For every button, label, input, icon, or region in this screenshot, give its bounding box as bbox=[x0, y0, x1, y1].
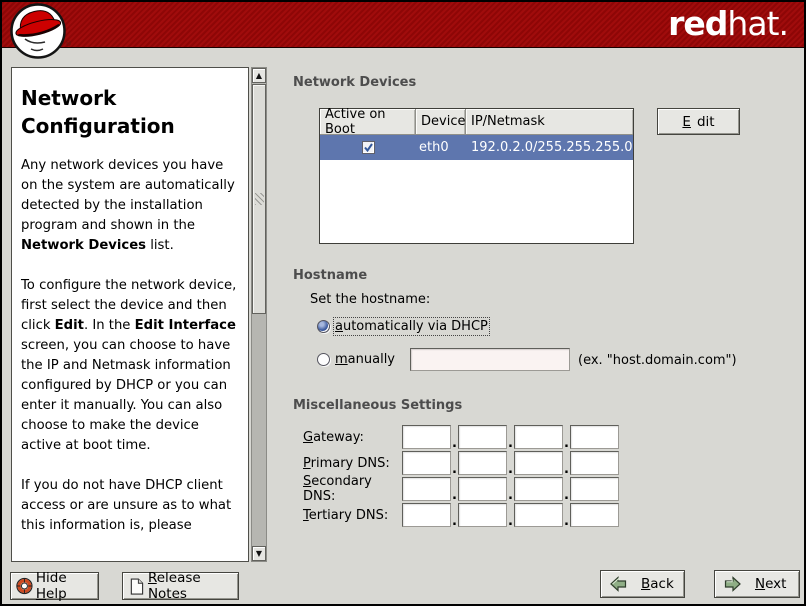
radio-automatic-dhcp-label[interactable]: automatically via DHCP bbox=[335, 319, 488, 334]
hostname-prompt: Set the hostname: bbox=[310, 292, 430, 307]
tertiary-dns-octet-2[interactable] bbox=[458, 503, 507, 527]
primary-dns-label: Primary DNS: bbox=[303, 456, 402, 471]
tertiary-dns-octet-3[interactable] bbox=[514, 503, 563, 527]
column-header-device[interactable]: Device bbox=[416, 109, 466, 135]
ip-netmask-value: 192.0.2.0/255.255.255.0 bbox=[466, 140, 633, 155]
help-panel: Network Configuration Any network device… bbox=[11, 67, 249, 562]
scrollbar-thumb[interactable] bbox=[252, 84, 266, 314]
secondary-dns-octet-3[interactable] bbox=[514, 477, 563, 501]
document-icon bbox=[129, 577, 145, 596]
radio-manual-label[interactable]: manually bbox=[335, 352, 395, 367]
tertiary-dns-label: Tertiary DNS: bbox=[303, 508, 402, 523]
wordmark-rest: hat. bbox=[727, 4, 788, 43]
tertiary-dns-octet-1[interactable] bbox=[402, 503, 451, 527]
secondary-dns-row: Secondary DNS: . . . bbox=[303, 477, 619, 501]
redhat-shadowman-icon bbox=[7, 3, 71, 63]
help-paragraph: If you do not have DHCP client access or… bbox=[21, 476, 239, 536]
network-devices-section-label: Network Devices bbox=[293, 75, 416, 90]
release-notes-label: Release Notes bbox=[148, 570, 238, 602]
radio-automatic-dhcp[interactable] bbox=[317, 320, 330, 333]
scrollbar-grip bbox=[255, 193, 264, 205]
registered-trademark: ® bbox=[65, 40, 72, 48]
scroll-up-icon[interactable]: ▲ bbox=[252, 68, 266, 83]
table-row[interactable]: eth0 192.0.2.0/255.255.255.0 bbox=[320, 135, 633, 160]
radio-manual[interactable] bbox=[317, 353, 330, 366]
misc-settings-section-label: Miscellaneous Settings bbox=[293, 398, 462, 413]
misc-settings-grid: Gateway: . . . Primary DNS: . . . Second… bbox=[303, 425, 619, 529]
back-label: Back bbox=[641, 576, 674, 592]
check-icon bbox=[363, 142, 374, 153]
active-on-boot-checkbox[interactable] bbox=[362, 141, 375, 154]
scroll-down-icon[interactable]: ▼ bbox=[252, 546, 266, 561]
secondary-dns-octet-4[interactable] bbox=[570, 477, 619, 501]
tertiary-dns-row: Tertiary DNS: . . . bbox=[303, 503, 619, 527]
hostname-hint: (ex. "host.domain.com") bbox=[578, 353, 737, 368]
back-arrow-icon bbox=[610, 576, 627, 592]
gateway-row: Gateway: . . . bbox=[303, 425, 619, 449]
secondary-dns-label: Secondary DNS: bbox=[303, 474, 402, 504]
primary-dns-octet-3[interactable] bbox=[514, 451, 563, 475]
tertiary-dns-octet-4[interactable] bbox=[570, 503, 619, 527]
hostname-input[interactable] bbox=[410, 348, 570, 371]
gateway-octet-1[interactable] bbox=[402, 425, 451, 449]
gateway-label: Gateway: bbox=[303, 430, 402, 445]
gateway-octet-4[interactable] bbox=[570, 425, 619, 449]
column-header-active-on-boot[interactable]: Active on Boot bbox=[320, 109, 416, 135]
device-name: eth0 bbox=[416, 140, 466, 155]
primary-dns-octet-4[interactable] bbox=[570, 451, 619, 475]
release-notes-button[interactable]: Release Notes bbox=[122, 572, 239, 600]
hide-help-label: Hide Help bbox=[36, 570, 98, 602]
network-devices-table: Active on Boot Device IP/Netmask eth0 19… bbox=[319, 108, 634, 244]
next-label: Next bbox=[755, 576, 786, 592]
next-arrow-icon bbox=[724, 576, 741, 592]
installer-window: redhat. ® Network Configuration Any netw… bbox=[0, 0, 806, 606]
hide-help-button[interactable]: Hide Help bbox=[10, 572, 99, 600]
primary-dns-octet-1[interactable] bbox=[402, 451, 451, 475]
back-button[interactable]: Back bbox=[600, 570, 685, 598]
help-scrollbar[interactable]: ▲ ▼ bbox=[251, 67, 267, 562]
hostname-section-label: Hostname bbox=[293, 268, 367, 283]
help-paragraph: To configure the network device, first s… bbox=[21, 276, 239, 456]
edit-button[interactable]: Edit bbox=[657, 108, 740, 135]
redhat-wordmark: redhat. bbox=[668, 4, 788, 43]
next-button[interactable]: Next bbox=[714, 570, 800, 598]
secondary-dns-octet-2[interactable] bbox=[458, 477, 507, 501]
column-header-ip-netmask[interactable]: IP/Netmask bbox=[466, 109, 633, 135]
primary-dns-row: Primary DNS: . . . bbox=[303, 451, 619, 475]
gateway-octet-3[interactable] bbox=[514, 425, 563, 449]
secondary-dns-octet-1[interactable] bbox=[402, 477, 451, 501]
wordmark-bold: red bbox=[668, 4, 727, 43]
help-title: Network Configuration bbox=[21, 84, 239, 140]
brand-bar: redhat. bbox=[2, 2, 804, 48]
life-preserver-icon bbox=[15, 576, 34, 596]
help-paragraph: Any network devices you have on the syst… bbox=[21, 156, 239, 256]
gateway-octet-2[interactable] bbox=[458, 425, 507, 449]
table-header: Active on Boot Device IP/Netmask bbox=[320, 109, 633, 135]
primary-dns-octet-2[interactable] bbox=[458, 451, 507, 475]
